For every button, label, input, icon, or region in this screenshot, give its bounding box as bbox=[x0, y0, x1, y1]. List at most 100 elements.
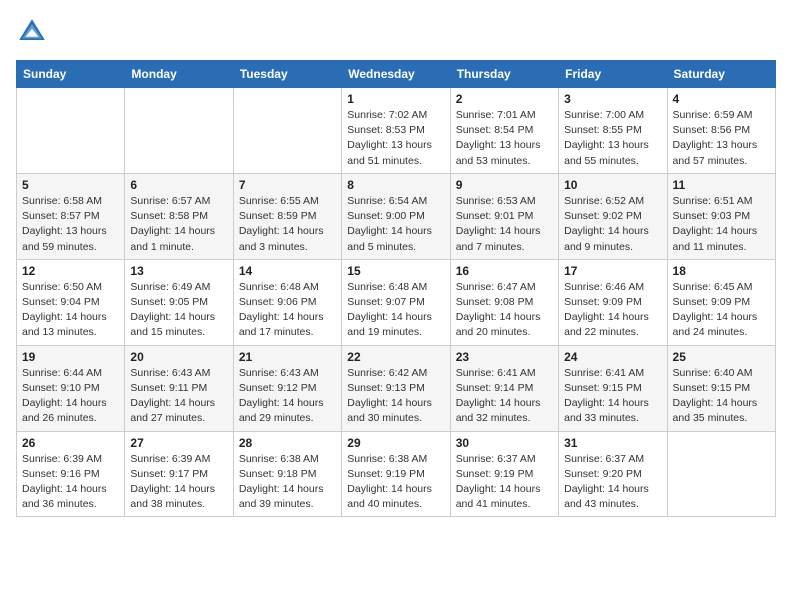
calendar-cell: 5 Sunrise: 6:58 AMSunset: 8:57 PMDaylight… bbox=[17, 173, 125, 259]
calendar-cell: 17 Sunrise: 6:46 AMSunset: 9:09 PMDayligh… bbox=[559, 259, 667, 345]
calendar-header-row: SundayMondayTuesdayWednesdayThursdayFrid… bbox=[17, 61, 776, 88]
calendar-cell: 26 Sunrise: 6:39 AMSunset: 9:16 PMDayligh… bbox=[17, 431, 125, 517]
day-number: 2 bbox=[456, 92, 553, 106]
day-info: Sunrise: 6:54 AMSunset: 9:00 PMDaylight:… bbox=[347, 194, 444, 255]
calendar-cell: 1 Sunrise: 7:02 AMSunset: 8:53 PMDaylight… bbox=[342, 88, 450, 174]
day-of-week-header: Wednesday bbox=[342, 61, 450, 88]
calendar-cell: 31Sunrise: 6:37 AMSunset: 9:20 PMDayligh… bbox=[559, 431, 667, 517]
day-info: Sunrise: 6:52 AMSunset: 9:02 PMDaylight:… bbox=[564, 194, 661, 255]
day-info: Sunrise: 6:45 AMSunset: 9:09 PMDaylight:… bbox=[673, 280, 770, 341]
day-info: Sunrise: 6:43 AMSunset: 9:11 PMDaylight:… bbox=[130, 366, 227, 427]
day-number: 18 bbox=[673, 264, 770, 278]
calendar-cell: 27 Sunrise: 6:39 AMSunset: 9:17 PMDayligh… bbox=[125, 431, 233, 517]
day-number: 25 bbox=[673, 350, 770, 364]
calendar-cell: 7Sunrise: 6:55 AMSunset: 8:59 PMDaylight… bbox=[233, 173, 341, 259]
day-info: Sunrise: 7:02 AMSunset: 8:53 PMDaylight:… bbox=[347, 108, 444, 169]
calendar-cell: 29 Sunrise: 6:38 AMSunset: 9:19 PMDayligh… bbox=[342, 431, 450, 517]
day-info: Sunrise: 6:50 AMSunset: 9:04 PMDaylight:… bbox=[22, 280, 119, 341]
calendar-cell: 3 Sunrise: 7:00 AMSunset: 8:55 PMDaylight… bbox=[559, 88, 667, 174]
day-info: Sunrise: 6:48 AMSunset: 9:07 PMDaylight:… bbox=[347, 280, 444, 341]
day-info: Sunrise: 6:57 AMSunset: 8:58 PMDaylight:… bbox=[130, 194, 227, 255]
day-number: 11 bbox=[673, 178, 770, 192]
day-number: 20 bbox=[130, 350, 227, 364]
day-number: 16 bbox=[456, 264, 553, 278]
calendar-cell: 16 Sunrise: 6:47 AMSunset: 9:08 PMDayligh… bbox=[450, 259, 558, 345]
day-info: Sunrise: 6:39 AMSunset: 9:16 PMDaylight:… bbox=[22, 452, 119, 513]
day-number: 21 bbox=[239, 350, 336, 364]
calendar-cell: 14Sunrise: 6:48 AMSunset: 9:06 PMDayligh… bbox=[233, 259, 341, 345]
day-info: Sunrise: 6:59 AMSunset: 8:56 PMDaylight:… bbox=[673, 108, 770, 169]
day-info: Sunrise: 6:47 AMSunset: 9:08 PMDaylight:… bbox=[456, 280, 553, 341]
day-number: 10 bbox=[564, 178, 661, 192]
calendar-cell: 11Sunrise: 6:51 AMSunset: 9:03 PMDayligh… bbox=[667, 173, 775, 259]
logo-icon bbox=[16, 16, 48, 48]
calendar-cell: 4 Sunrise: 6:59 AMSunset: 8:56 PMDaylight… bbox=[667, 88, 775, 174]
calendar-cell: 10 Sunrise: 6:52 AMSunset: 9:02 PMDayligh… bbox=[559, 173, 667, 259]
calendar-week-row: 12 Sunrise: 6:50 AMSunset: 9:04 PMDayligh… bbox=[17, 259, 776, 345]
calendar-cell: 23Sunrise: 6:41 AMSunset: 9:14 PMDayligh… bbox=[450, 345, 558, 431]
day-info: Sunrise: 6:41 AMSunset: 9:15 PMDaylight:… bbox=[564, 366, 661, 427]
calendar-cell: 6 Sunrise: 6:57 AMSunset: 8:58 PMDaylight… bbox=[125, 173, 233, 259]
day-of-week-header: Thursday bbox=[450, 61, 558, 88]
calendar-cell: 8Sunrise: 6:54 AMSunset: 9:00 PMDaylight… bbox=[342, 173, 450, 259]
calendar-table: SundayMondayTuesdayWednesdayThursdayFrid… bbox=[16, 60, 776, 517]
day-info: Sunrise: 6:43 AMSunset: 9:12 PMDaylight:… bbox=[239, 366, 336, 427]
calendar-cell: 12 Sunrise: 6:50 AMSunset: 9:04 PMDayligh… bbox=[17, 259, 125, 345]
day-info: Sunrise: 6:49 AMSunset: 9:05 PMDaylight:… bbox=[130, 280, 227, 341]
day-number: 26 bbox=[22, 436, 119, 450]
calendar-week-row: 5 Sunrise: 6:58 AMSunset: 8:57 PMDaylight… bbox=[17, 173, 776, 259]
day-info: Sunrise: 7:01 AMSunset: 8:54 PMDaylight:… bbox=[456, 108, 553, 169]
day-info: Sunrise: 6:44 AMSunset: 9:10 PMDaylight:… bbox=[22, 366, 119, 427]
calendar-cell: 13 Sunrise: 6:49 AMSunset: 9:05 PMDayligh… bbox=[125, 259, 233, 345]
calendar-week-row: 26 Sunrise: 6:39 AMSunset: 9:16 PMDayligh… bbox=[17, 431, 776, 517]
day-number: 29 bbox=[347, 436, 444, 450]
calendar-cell: 22Sunrise: 6:42 AMSunset: 9:13 PMDayligh… bbox=[342, 345, 450, 431]
day-number: 5 bbox=[22, 178, 119, 192]
day-number: 9 bbox=[456, 178, 553, 192]
day-of-week-header: Sunday bbox=[17, 61, 125, 88]
day-number: 24 bbox=[564, 350, 661, 364]
calendar-cell: 19 Sunrise: 6:44 AMSunset: 9:10 PMDayligh… bbox=[17, 345, 125, 431]
calendar-cell bbox=[667, 431, 775, 517]
calendar-week-row: 19 Sunrise: 6:44 AMSunset: 9:10 PMDayligh… bbox=[17, 345, 776, 431]
day-info: Sunrise: 6:55 AMSunset: 8:59 PMDaylight:… bbox=[239, 194, 336, 255]
calendar-cell: 21 Sunrise: 6:43 AMSunset: 9:12 PMDayligh… bbox=[233, 345, 341, 431]
calendar-cell: 2 Sunrise: 7:01 AMSunset: 8:54 PMDaylight… bbox=[450, 88, 558, 174]
day-number: 12 bbox=[22, 264, 119, 278]
day-number: 17 bbox=[564, 264, 661, 278]
day-info: Sunrise: 6:38 AMSunset: 9:18 PMDaylight:… bbox=[239, 452, 336, 513]
calendar-cell: 28Sunrise: 6:38 AMSunset: 9:18 PMDayligh… bbox=[233, 431, 341, 517]
day-info: Sunrise: 6:46 AMSunset: 9:09 PMDaylight:… bbox=[564, 280, 661, 341]
day-of-week-header: Monday bbox=[125, 61, 233, 88]
day-number: 6 bbox=[130, 178, 227, 192]
day-info: Sunrise: 6:37 AMSunset: 9:20 PMDaylight:… bbox=[564, 452, 661, 513]
calendar-cell: 9 Sunrise: 6:53 AMSunset: 9:01 PMDaylight… bbox=[450, 173, 558, 259]
day-info: Sunrise: 6:58 AMSunset: 8:57 PMDaylight:… bbox=[22, 194, 119, 255]
calendar-cell bbox=[125, 88, 233, 174]
day-info: Sunrise: 6:42 AMSunset: 9:13 PMDaylight:… bbox=[347, 366, 444, 427]
calendar-cell bbox=[17, 88, 125, 174]
day-number: 19 bbox=[22, 350, 119, 364]
calendar-cell: 30Sunrise: 6:37 AMSunset: 9:19 PMDayligh… bbox=[450, 431, 558, 517]
day-number: 4 bbox=[673, 92, 770, 106]
day-info: Sunrise: 6:41 AMSunset: 9:14 PMDaylight:… bbox=[456, 366, 553, 427]
day-info: Sunrise: 6:53 AMSunset: 9:01 PMDaylight:… bbox=[456, 194, 553, 255]
calendar-cell: 18 Sunrise: 6:45 AMSunset: 9:09 PMDayligh… bbox=[667, 259, 775, 345]
day-info: Sunrise: 6:38 AMSunset: 9:19 PMDaylight:… bbox=[347, 452, 444, 513]
day-number: 3 bbox=[564, 92, 661, 106]
calendar-cell: 20 Sunrise: 6:43 AMSunset: 9:11 PMDayligh… bbox=[125, 345, 233, 431]
calendar-cell: 25Sunrise: 6:40 AMSunset: 9:15 PMDayligh… bbox=[667, 345, 775, 431]
calendar-cell: 15 Sunrise: 6:48 AMSunset: 9:07 PMDayligh… bbox=[342, 259, 450, 345]
day-number: 13 bbox=[130, 264, 227, 278]
day-number: 27 bbox=[130, 436, 227, 450]
day-of-week-header: Saturday bbox=[667, 61, 775, 88]
calendar-cell bbox=[233, 88, 341, 174]
day-info: Sunrise: 6:39 AMSunset: 9:17 PMDaylight:… bbox=[130, 452, 227, 513]
day-number: 15 bbox=[347, 264, 444, 278]
day-number: 14 bbox=[239, 264, 336, 278]
day-of-week-header: Friday bbox=[559, 61, 667, 88]
day-number: 1 bbox=[347, 92, 444, 106]
logo bbox=[16, 16, 52, 48]
day-info: Sunrise: 7:00 AMSunset: 8:55 PMDaylight:… bbox=[564, 108, 661, 169]
calendar-week-row: 1 Sunrise: 7:02 AMSunset: 8:53 PMDaylight… bbox=[17, 88, 776, 174]
